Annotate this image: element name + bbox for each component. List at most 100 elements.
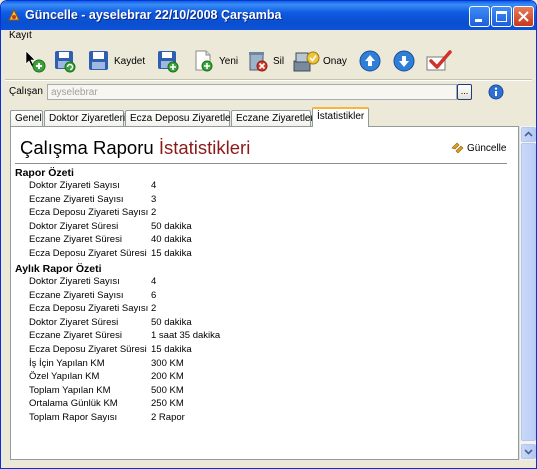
- save-add-button[interactable]: [156, 45, 180, 77]
- stat-key: Ecza Deposu Ziyaret Süresi: [29, 344, 147, 355]
- stat-value: 200 KM: [151, 371, 184, 383]
- app-icon: [7, 8, 21, 22]
- menu-kayit[interactable]: Kayıt: [9, 30, 32, 41]
- employee-browse-button[interactable]: ...: [457, 84, 472, 100]
- minimize-button[interactable]: [469, 6, 490, 27]
- stat-row: Doktor Ziyaret Süresi 50 dakika: [29, 221, 329, 234]
- stat-value: 2: [151, 303, 157, 315]
- stat-row: Ecza Deposu Ziyareti Sayısı 2: [29, 207, 329, 220]
- stat-key: Toplam Yapılan KM: [29, 384, 111, 396]
- stat-row: Ortalama Günlük KM 250 KM: [29, 398, 329, 411]
- arrow-down-icon: [392, 49, 416, 73]
- stat-value: 15 dakika: [151, 344, 192, 355]
- app-window: Güncelle - ayselebrar 22/10/2008 Çarşamb…: [0, 0, 537, 469]
- stat-row: Ecza Deposu Ziyareti Sayısı 2: [29, 303, 329, 316]
- stat-value: 3: [151, 193, 157, 205]
- approve-label: Onay: [323, 55, 347, 67]
- check-icon: [425, 49, 452, 73]
- stat-value: 40 dakika: [151, 234, 192, 246]
- info-icon[interactable]: [488, 84, 504, 100]
- stat-value: 1 saat 35 dakika: [151, 330, 221, 342]
- stat-value: 4: [151, 276, 157, 287]
- stat-row: Toplam Yapılan KM 500 KM: [29, 385, 329, 398]
- approve-button[interactable]: Onay: [293, 45, 347, 77]
- save-button[interactable]: Kaydet: [87, 45, 145, 77]
- stat-row: Eczane Ziyaret Süresi 1 saat 35 dakika: [29, 330, 329, 343]
- save-icon: [87, 49, 111, 73]
- scroll-up-button[interactable]: [521, 127, 536, 142]
- monthly-heading: Aylık Rapor Özeti: [15, 263, 102, 275]
- new-button[interactable]: Yeni: [192, 45, 238, 77]
- delete-icon: [246, 49, 270, 73]
- refresh-button[interactable]: Güncelle: [450, 141, 506, 155]
- stat-key: Eczane Ziyareti Sayısı: [29, 193, 124, 205]
- stat-row: Doktor Ziyareti Sayısı 4: [29, 180, 329, 193]
- stat-key: Özel Yapılan KM: [29, 371, 100, 383]
- delete-button[interactable]: Sil: [246, 45, 284, 77]
- tab-doktor-ziyaretleri[interactable]: Doktor Ziyaretleri: [44, 110, 125, 126]
- pointer-add-button[interactable]: [23, 45, 47, 77]
- stat-row: Özel Yapılan KM 200 KM: [29, 371, 329, 384]
- stat-row: İş İçin Yapılan KM 300 KM: [29, 358, 329, 371]
- menu-bar: Kayıt: [1, 30, 536, 43]
- close-icon: [518, 11, 529, 22]
- stat-row: Eczane Ziyareti Sayısı 3: [29, 194, 329, 207]
- new-label: Yeni: [219, 55, 239, 67]
- stat-row: Ecza Deposu Ziyaret Süresi 15 dakika: [29, 248, 329, 261]
- employee-field[interactable]: ayselebrar: [47, 84, 457, 100]
- report-title-main: Çalışma Raporu: [20, 137, 154, 158]
- stat-value: 4: [151, 180, 157, 191]
- stat-row: Doktor Ziyaret Süresi 50 dakika: [29, 317, 329, 330]
- tab-eczane-ziyaretleri[interactable]: Eczane Ziyaretleri: [231, 110, 316, 126]
- move-up-button[interactable]: [358, 45, 382, 77]
- check-button[interactable]: [425, 45, 452, 77]
- new-document-icon: [192, 49, 216, 73]
- close-button[interactable]: [513, 6, 534, 27]
- stat-row: Toplam Rapor Sayısı 2 Rapor: [29, 412, 329, 425]
- stat-key: Ortalama Günlük KM: [29, 398, 118, 410]
- pointer-add-icon: [23, 49, 47, 73]
- report-title: Çalışma Raporu İstatistikleri: [20, 137, 250, 159]
- save-refresh-button[interactable]: [53, 45, 77, 77]
- stat-key: Ecza Deposu Ziyaret Süresi: [29, 248, 147, 259]
- stat-value: 500 KM: [151, 384, 184, 396]
- maximize-icon: [496, 11, 507, 22]
- save-add-icon: [156, 49, 180, 73]
- vertical-scrollbar[interactable]: [519, 126, 536, 460]
- save-refresh-icon: [53, 49, 77, 73]
- delete-label: Sil: [273, 55, 285, 67]
- toolbar-separator: [5, 79, 532, 81]
- stat-key: Eczane Ziyaret Süresi: [29, 234, 122, 246]
- tab-genel[interactable]: Genel: [10, 110, 43, 126]
- stat-value: 2 Rapor: [151, 412, 185, 423]
- minimize-icon: [475, 19, 482, 22]
- stat-value: 50 dakika: [151, 316, 192, 328]
- tab-ecza-deposu-ziyaretleri[interactable]: Ecza Deposu Ziyaretleri: [125, 110, 236, 126]
- stat-value: 2: [151, 207, 157, 219]
- report-title-accent: İstatistikleri: [158, 137, 251, 158]
- title-divider: [15, 163, 507, 164]
- title-bar[interactable]: Güncelle - ayselebrar 22/10/2008 Çarşamb…: [1, 1, 536, 30]
- summary-heading: Rapor Özeti: [15, 167, 74, 179]
- stat-key: Eczane Ziyaret Süresi: [29, 330, 122, 342]
- refresh-icon: [451, 142, 464, 154]
- stat-row: Eczane Ziyaret Süresi 40 dakika: [29, 234, 329, 247]
- stat-key: Eczane Ziyareti Sayısı: [29, 289, 124, 301]
- stat-key: Doktor Ziyaret Süresi: [29, 316, 119, 328]
- stat-key: Ecza Deposu Ziyareti Sayısı: [29, 207, 149, 219]
- scroll-thumb[interactable]: [521, 143, 536, 441]
- scroll-down-button[interactable]: [521, 444, 536, 459]
- stat-value: 300 KM: [151, 357, 184, 369]
- maximize-button[interactable]: [491, 6, 512, 27]
- stat-key: Doktor Ziyareti Sayısı: [29, 180, 120, 191]
- stat-key: Doktor Ziyareti Sayısı: [29, 276, 120, 287]
- stat-row: Ecza Deposu Ziyaret Süresi 15 dakika: [29, 344, 329, 357]
- stat-key: Ecza Deposu Ziyareti Sayısı: [29, 303, 149, 315]
- stat-value: 250 KM: [151, 398, 184, 410]
- stat-key: Doktor Ziyaret Süresi: [29, 220, 119, 232]
- stat-key: İş İçin Yapılan KM: [29, 357, 105, 369]
- move-down-button[interactable]: [392, 45, 416, 77]
- tab-istatistikler[interactable]: İstatistikler: [312, 107, 369, 127]
- approve-icon: [293, 49, 320, 73]
- save-label: Kaydet: [114, 55, 146, 67]
